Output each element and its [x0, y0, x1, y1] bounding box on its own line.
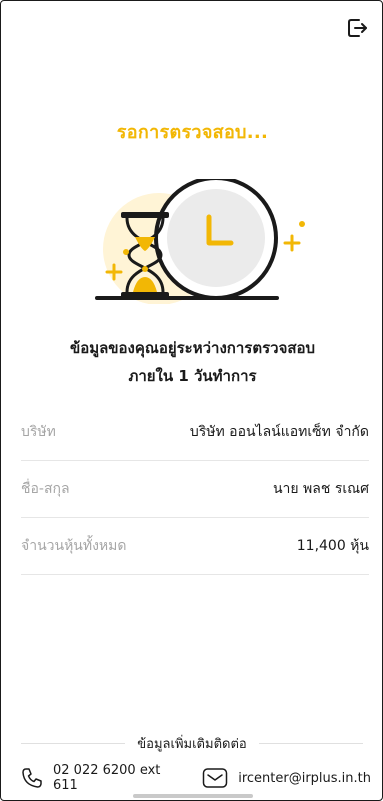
logout-icon[interactable]	[347, 17, 369, 39]
contact-section-header: ข้อมูลเพิ่มเติมติดต่อ	[21, 733, 363, 754]
info-row-company: บริษัท บริษัท ออนไลน์แอทเซ็ท จำกัด	[21, 404, 369, 461]
info-value: บริษัท ออนไลน์แอทเซ็ท จำกัด	[189, 424, 369, 440]
contact-email[interactable]: ircenter@irplus.in.th	[238, 771, 371, 786]
shareholder-info: บริษัท บริษัท ออนไลน์แอทเซ็ท จำกัด ชื่อ-…	[21, 404, 369, 575]
info-label: ชื่อ-สกุล	[21, 481, 70, 497]
hourglass-clock-illustration	[81, 176, 311, 305]
divider	[258, 743, 363, 744]
info-label: บริษัท	[21, 424, 56, 440]
info-row-name: ชื่อ-สกุล นาย พลช รเณศ	[21, 461, 369, 518]
mail-icon	[202, 767, 228, 789]
info-row-shares: จำนวนหุ้นทั้งหมด 11,400 หุ้น	[21, 518, 369, 575]
contact-phone[interactable]: 02 022 6200 ext 611	[53, 763, 184, 793]
status-message: ข้อมูลของคุณอยู่ระหว่างการตรวจสอบ ภายใน …	[1, 334, 382, 390]
info-value: 11,400 หุ้น	[296, 538, 369, 554]
status-title: รอการตรวจสอบ...	[116, 122, 269, 143]
status-message-line1: ข้อมูลของคุณอยู่ระหว่างการตรวจสอบ	[69, 339, 316, 357]
contact-row: 02 022 6200 ext 611 ircenter@irplus.in.t…	[21, 763, 371, 793]
status-message-line2: ภายใน 1 วันทำการ	[128, 367, 257, 385]
phone-icon	[21, 767, 43, 789]
divider	[21, 743, 126, 744]
info-value: นาย พลช รเณศ	[272, 481, 369, 497]
contact-section-title: ข้อมูลเพิ่มเติมติดต่อ	[137, 737, 247, 752]
home-indicator	[133, 794, 253, 798]
app-screen: รอการตรวจสอบ... ข้อมูลของคุณอยู่ระหว่างก…	[0, 0, 383, 801]
info-label: จำนวนหุ้นทั้งหมด	[21, 538, 127, 554]
